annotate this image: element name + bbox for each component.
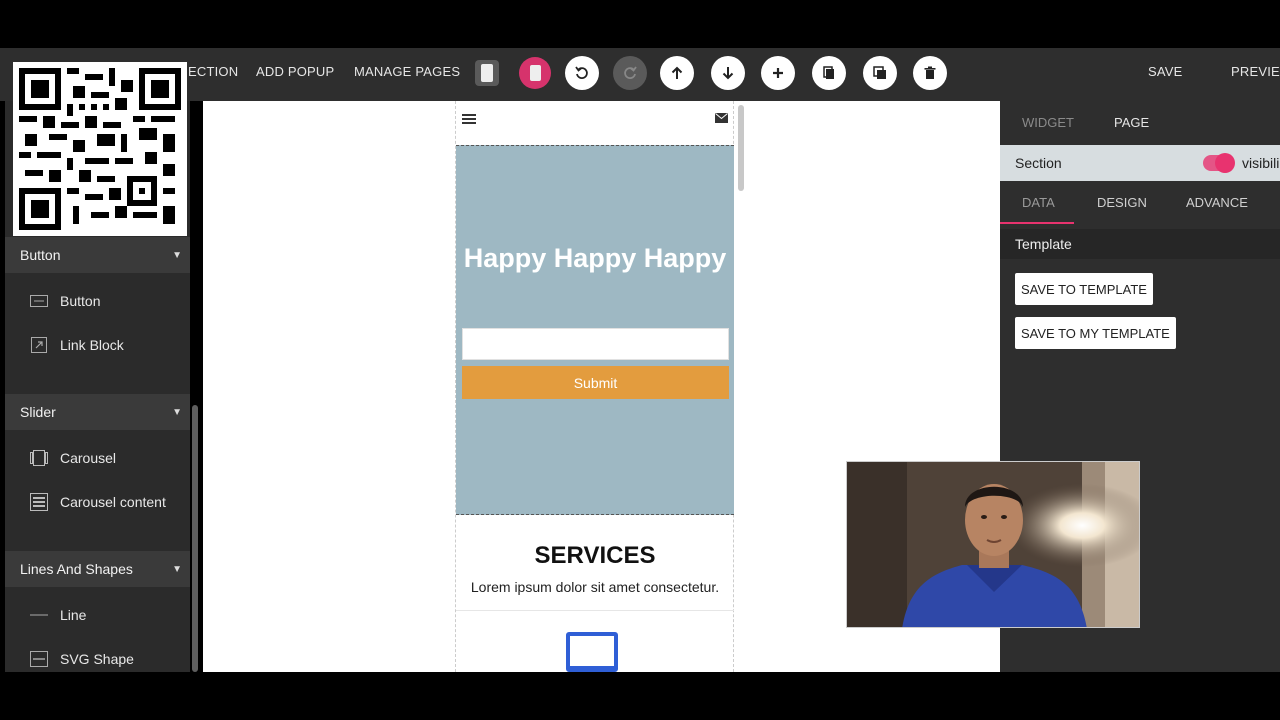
category-button-header[interactable]: Button ▼ <box>5 237 190 273</box>
chevron-down-icon: ▼ <box>172 406 182 418</box>
widget-button[interactable]: Button <box>5 281 190 321</box>
move-up-button[interactable] <box>660 56 694 90</box>
widget-label: Carousel content <box>60 494 166 510</box>
mobile-preview-frame: Happy Happy Happy Submit SERVICES Lorem … <box>455 101 734 672</box>
save-to-template-button[interactable]: SAVE TO TEMPLATE <box>1015 273 1153 305</box>
manage-pages-button[interactable]: MANAGE PAGES <box>354 48 460 96</box>
visibility-toggle[interactable] <box>1203 153 1235 173</box>
category-label: Lines And Shapes <box>20 561 133 577</box>
laptop-icon <box>566 632 618 672</box>
section-bar: Section visibili <box>1000 145 1280 181</box>
widget-line[interactable]: Line <box>5 595 190 635</box>
tab-advance[interactable]: ADVANCE <box>1186 183 1248 223</box>
qr-code <box>13 62 187 236</box>
chevron-down-icon: ▼ <box>172 563 182 575</box>
hamburger-menu-icon[interactable] <box>462 113 476 125</box>
webcam-overlay <box>846 461 1140 628</box>
tab-page[interactable]: PAGE <box>1114 101 1149 145</box>
tab-data[interactable]: DATA <box>1022 183 1055 223</box>
carousel-content-icon <box>30 493 48 511</box>
presenter-video-image <box>847 462 1139 627</box>
envelope-icon[interactable] <box>715 113 728 123</box>
services-subtitle[interactable]: Lorem ipsum dolor sit amet consectetur. <box>456 579 734 595</box>
widget-label: SVG Shape <box>60 651 134 667</box>
canvas-scrollbar[interactable] <box>738 105 744 191</box>
button-icon <box>30 292 48 310</box>
tablet-icon <box>481 64 493 82</box>
save-to-my-template-button[interactable]: SAVE TO MY TEMPLATE <box>1015 317 1176 349</box>
hero-email-input[interactable] <box>462 328 729 360</box>
widget-carousel-content[interactable]: Carousel content <box>5 482 190 522</box>
copy-button[interactable] <box>812 56 846 90</box>
plus-icon <box>773 68 783 78</box>
redo-icon <box>624 66 637 79</box>
delete-button[interactable] <box>913 56 947 90</box>
widget-svg-shape[interactable]: SVG Shape <box>5 639 190 679</box>
arrow-up-icon <box>671 66 683 79</box>
redo-button[interactable] <box>613 56 647 90</box>
active-tab-indicator <box>1000 222 1074 224</box>
add-section-button[interactable]: ECTION <box>188 48 238 96</box>
widget-label: Button <box>60 293 101 309</box>
duplicate-button[interactable] <box>863 56 897 90</box>
undo-icon <box>575 66 588 79</box>
template-heading: Template <box>1000 229 1280 259</box>
category-slider-header[interactable]: Slider ▼ <box>5 394 190 430</box>
tab-widget[interactable]: WIDGET <box>1022 101 1074 145</box>
save-button[interactable]: SAVE <box>1148 48 1183 96</box>
hero-section[interactable]: Happy Happy Happy Submit <box>456 145 734 515</box>
hero-title[interactable]: Happy Happy Happy <box>456 240 734 276</box>
preview-button[interactable]: PREVIEW <box>1231 48 1280 96</box>
add-widget-button[interactable] <box>761 56 795 90</box>
mobile-navbar <box>456 101 733 145</box>
visibility-label: visibili <box>1242 155 1280 171</box>
category-label: Slider <box>20 404 56 420</box>
mobile-view-button[interactable] <box>519 57 551 89</box>
category-lines-shapes-header[interactable]: Lines And Shapes ▼ <box>5 551 190 587</box>
screen: ECTION ADD POPUP MANAGE PAGES SAVE PREVI… <box>0 0 1280 720</box>
category-label: Button <box>20 247 61 263</box>
link-icon <box>30 336 48 354</box>
widget-label: Carousel <box>60 450 117 466</box>
arrow-down-icon <box>722 67 734 80</box>
section-label: Section <box>1015 155 1062 171</box>
widget-carousel[interactable]: Carousel <box>5 438 190 478</box>
mobile-icon <box>529 65 541 81</box>
chevron-down-icon: ▼ <box>172 249 182 261</box>
duplicate-icon <box>873 66 886 79</box>
toggle-knob <box>1215 153 1235 173</box>
trash-icon <box>924 66 936 79</box>
carousel-icon <box>30 449 48 467</box>
services-title[interactable]: SERVICES <box>456 542 734 570</box>
top-toolbar: ECTION ADD POPUP MANAGE PAGES SAVE PREVI… <box>0 48 1280 101</box>
add-popup-button[interactable]: ADD POPUP <box>256 48 334 96</box>
move-down-button[interactable] <box>711 56 745 90</box>
widget-link-block[interactable]: Link Block <box>5 325 190 365</box>
hero-submit-button[interactable]: Submit <box>462 366 729 399</box>
sidebar-scrollbar[interactable] <box>192 405 198 672</box>
divider <box>456 610 734 611</box>
widget-label: Link Block <box>60 337 124 353</box>
widget-label: Line <box>60 607 87 623</box>
line-icon <box>30 606 48 624</box>
svg-shape-icon <box>30 650 48 668</box>
undo-button[interactable] <box>565 56 599 90</box>
copy-icon <box>823 66 834 79</box>
tablet-view-button[interactable] <box>475 60 499 86</box>
tab-design[interactable]: DESIGN <box>1097 183 1147 223</box>
